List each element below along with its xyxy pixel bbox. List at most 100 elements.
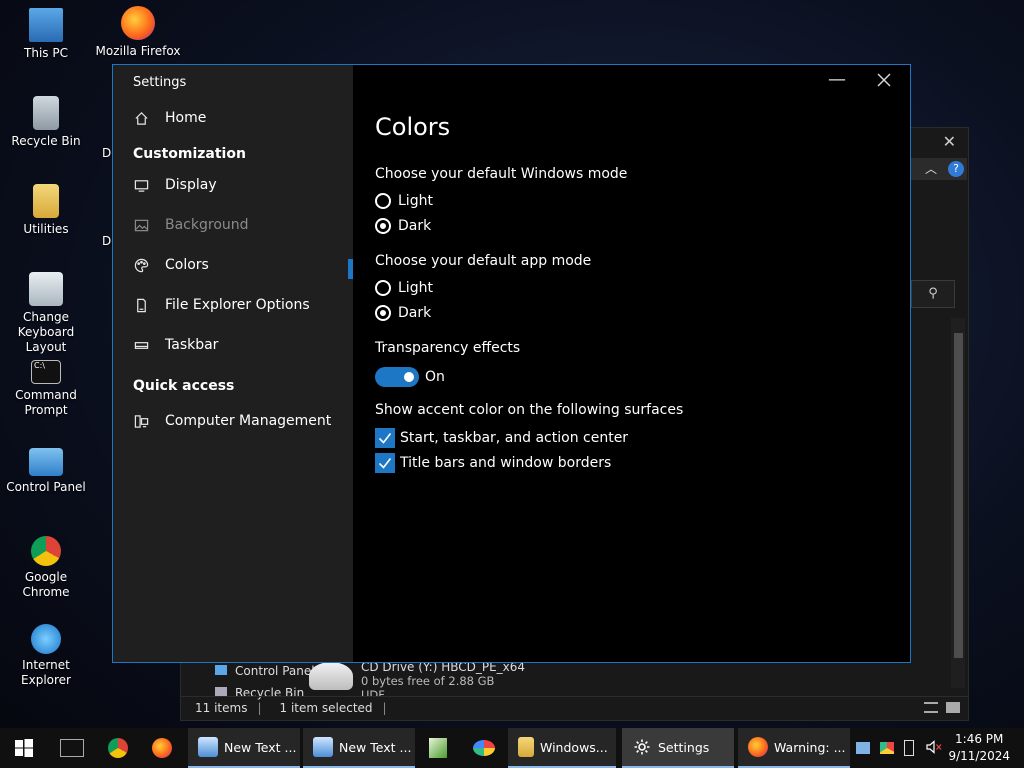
radio-circle-selected[interactable] [375, 305, 391, 321]
chrome-icon [31, 536, 61, 566]
start-button[interactable] [0, 728, 48, 768]
desktop-icon-label: Control Panel [6, 480, 86, 494]
taskbar: New Text ... New Text ... Windows... Set… [0, 728, 1024, 768]
keyboard-settings-icon [29, 272, 63, 306]
settings-window-title: Settings [133, 75, 187, 90]
settings-window[interactable]: Settings Home Customization Display Back… [112, 64, 911, 663]
taskbar-task-firefox-warning[interactable]: Warning: ... [738, 728, 850, 768]
desktop-icon-internet-explorer[interactable]: Internet Explorer [0, 624, 92, 688]
nav-colors[interactable]: Colors [133, 247, 345, 283]
desktop-icon-command-prompt[interactable]: C:\ Command Prompt [0, 360, 92, 418]
taskbar-paint-button[interactable] [468, 728, 500, 768]
nav-background[interactable]: Background [133, 207, 345, 243]
terminal-icon [60, 739, 84, 757]
task-label: New Text ... [224, 739, 297, 755]
desktop-icon-control-panel[interactable]: Control Panel [0, 448, 92, 495]
radio-label: Dark [398, 305, 432, 321]
display-color-icon[interactable] [880, 742, 894, 754]
radio-circle-selected[interactable] [375, 218, 391, 234]
taskbar-task-settings[interactable]: Settings [622, 728, 734, 768]
nav-taskbar[interactable]: Taskbar [133, 327, 345, 363]
chart-app-icon [429, 738, 447, 758]
desktop-icon-this-pc[interactable]: This PC [0, 8, 92, 61]
desktop-icon-utilities[interactable]: Utilities [0, 184, 92, 237]
transparency-label: Transparency effects [375, 340, 521, 356]
control-panel-small-icon [215, 665, 227, 675]
tiles-view-icon[interactable] [946, 702, 960, 713]
desktop-icon-firefox[interactable]: Mozilla Firefox [92, 6, 184, 59]
app-mode-light-radio[interactable]: Light [375, 280, 433, 296]
status-item-count: 11 items [195, 701, 248, 715]
taskbar-task-notepad-1[interactable]: New Text ... [188, 728, 300, 768]
taskbar-firefox-button[interactable] [146, 728, 178, 768]
usb-drive-icon[interactable] [904, 740, 914, 756]
terminal-icon: C:\ [31, 360, 61, 384]
desktop-icon-label: Google Chrome [22, 570, 70, 599]
desktop-icon-recycle-bin[interactable]: Recycle Bin [0, 96, 92, 149]
nav-home[interactable]: Home [133, 100, 345, 136]
notepad-icon [198, 737, 218, 757]
explorer-scroll-thumb[interactable] [954, 333, 963, 658]
tree-item-control-panel[interactable]: Control Panel [215, 664, 315, 686]
app-mode-label: Choose your default app mode [375, 253, 592, 269]
transparency-toggle[interactable]: On [375, 367, 445, 387]
close-icon[interactable] [877, 71, 891, 92]
quick-access-header: Quick access [133, 378, 235, 394]
desktop-icon-label: Utilities [23, 222, 69, 236]
chevron-up-icon[interactable]: ︿ [925, 160, 937, 177]
desktop-icon-label: Recycle Bin [11, 134, 81, 148]
file-explorer-options-icon [133, 297, 149, 313]
app-mode-dark-radio[interactable]: Dark [375, 305, 431, 321]
windows-logo-icon [15, 739, 33, 757]
desktop-icon-label: Internet Explorer [21, 658, 71, 687]
paint-icon [473, 740, 495, 756]
desktop-icon-label: Mozilla Firefox [95, 44, 181, 58]
toggle-track[interactable] [375, 367, 419, 387]
nav-computer-management[interactable]: Computer Management [133, 403, 345, 439]
image-icon [133, 217, 149, 233]
nav-display[interactable]: Display [133, 167, 345, 203]
minimize-icon[interactable]: — [828, 69, 846, 90]
home-icon [133, 110, 149, 126]
taskbar-cmd-button[interactable] [56, 728, 88, 768]
this-pc-icon [29, 8, 63, 42]
help-icon[interactable]: ? [948, 161, 964, 177]
desktop-icon-google-chrome[interactable]: Google Chrome [0, 536, 92, 600]
palette-icon [133, 257, 149, 273]
status-separator: | [257, 701, 262, 715]
nav-computer-management-label: Computer Management [165, 413, 332, 429]
task-label: Settings [658, 739, 710, 755]
nav-file-explorer-options[interactable]: File Explorer Options [133, 287, 345, 323]
accent-start-taskbar-checkbox[interactable]: Start, taskbar, and action center [375, 428, 628, 448]
details-view-icon[interactable] [924, 702, 938, 713]
radio-circle[interactable] [375, 193, 391, 209]
taskbar-clock[interactable]: 1:46 PM 9/11/2024 [948, 731, 1010, 765]
nav-taskbar-label: Taskbar [165, 337, 219, 353]
radio-circle[interactable] [375, 280, 391, 296]
network-icon[interactable] [856, 742, 870, 754]
task-label: New Text ... [339, 739, 412, 755]
computer-management-icon [133, 413, 149, 429]
status-separator: | [382, 701, 387, 715]
desktop-icon-change-keyboard-layout[interactable]: Change Keyboard Layout [0, 272, 92, 355]
status-selected-count: 1 item selected [279, 701, 373, 715]
nav-background-label: Background [165, 217, 249, 233]
explorer-search-icon[interactable]: ⚲ [911, 280, 955, 308]
taskbar-task-notepad-2[interactable]: New Text ... [303, 728, 415, 768]
taskbar-chart-app-button[interactable] [424, 728, 452, 768]
windows-mode-dark-radio[interactable]: Dark [375, 218, 431, 234]
windows-mode-light-radio[interactable]: Light [375, 193, 433, 209]
page-title: Colors [375, 113, 451, 141]
checkmark-icon[interactable] [375, 453, 395, 473]
accent-title-bars-checkbox[interactable]: Title bars and window borders [375, 453, 611, 473]
system-tray [856, 728, 942, 768]
nav-display-label: Display [165, 177, 217, 193]
taskbar-chrome-button[interactable] [102, 728, 134, 768]
nav-home-label: Home [165, 110, 207, 126]
taskbar-task-explorer[interactable]: Windows... [508, 728, 616, 768]
cd-drive-item[interactable]: CD Drive (Y:) HBCD_PE_x64 0 bytes free o… [309, 660, 525, 696]
checkmark-icon[interactable] [375, 428, 395, 448]
volume-muted-icon[interactable] [926, 739, 942, 757]
firefox-icon [121, 6, 155, 40]
explorer-close-icon[interactable]: ✕ [943, 132, 956, 151]
